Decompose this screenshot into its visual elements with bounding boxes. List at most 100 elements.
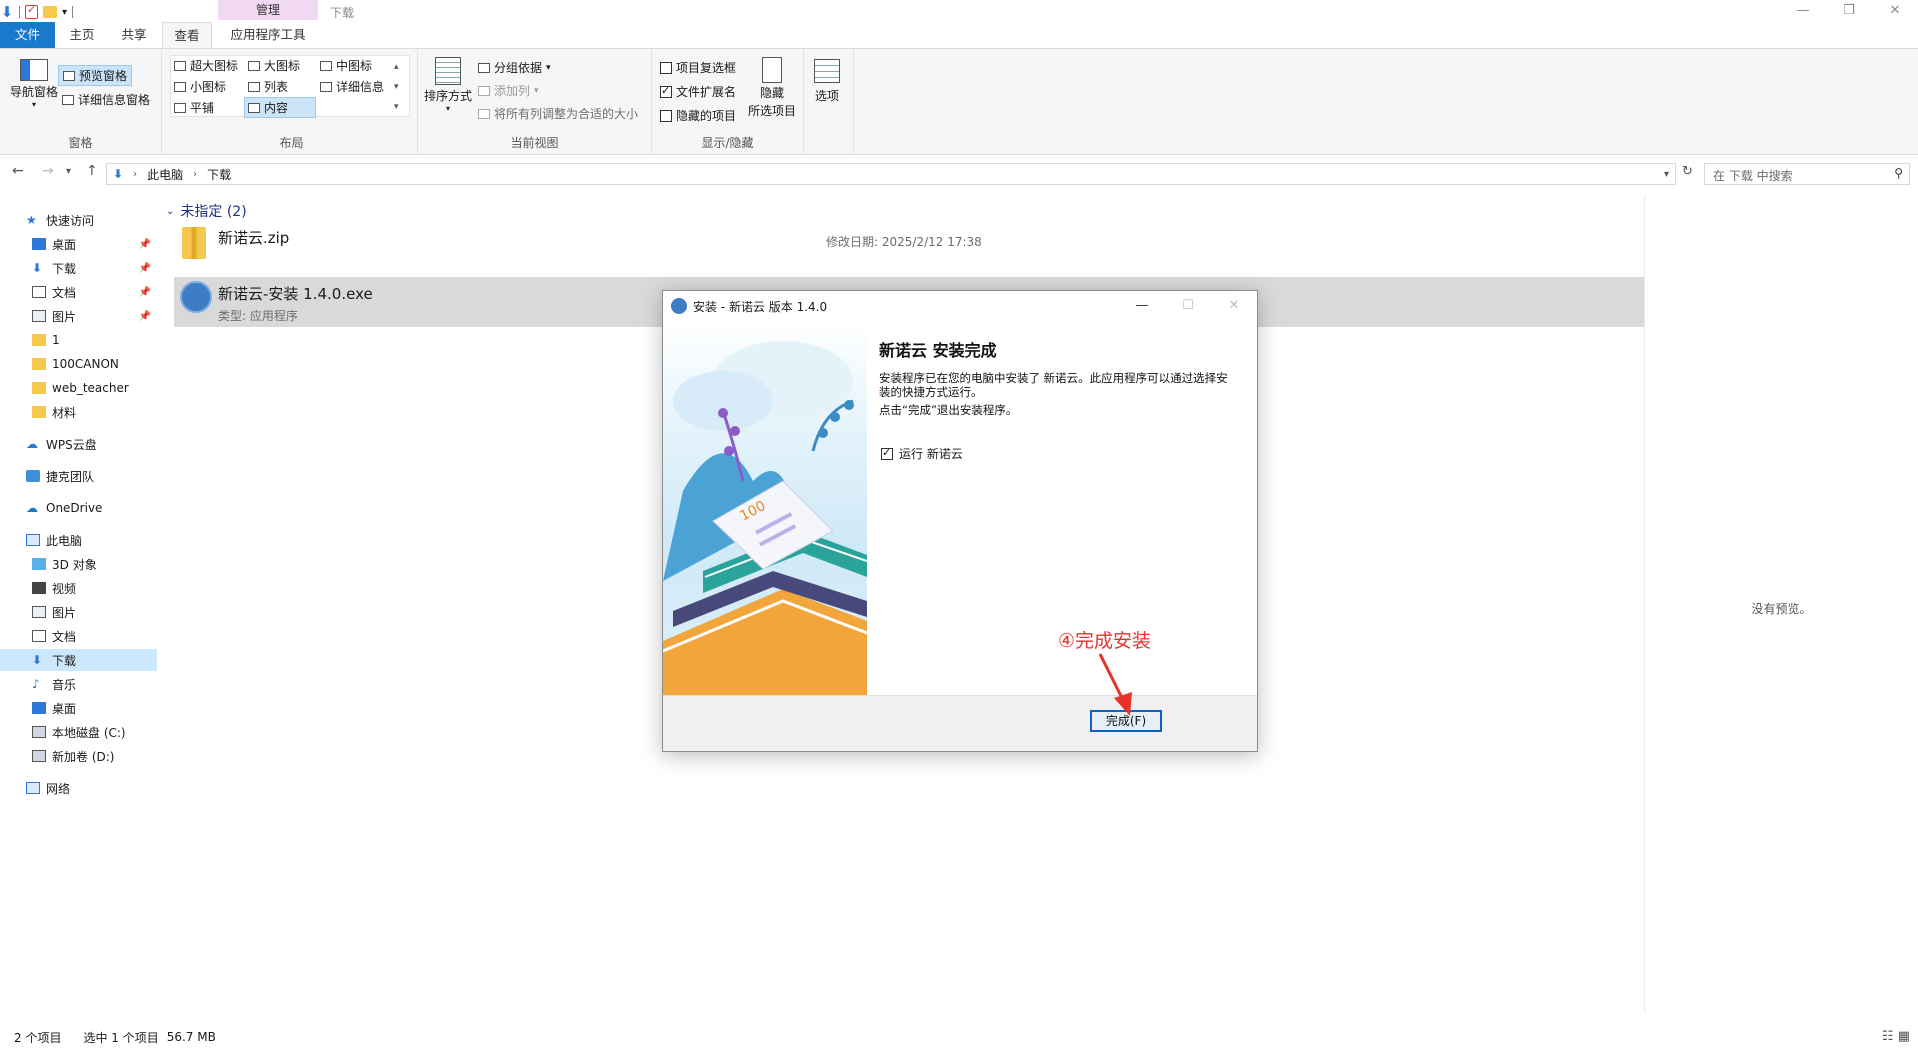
show-hide-group: 项目复选框 文件扩展名 隐藏的项目 隐藏 所选项目 显示/隐藏 [652, 49, 804, 154]
layout-small-icons[interactable]: 小图标 [174, 78, 226, 95]
new-folder-icon[interactable] [43, 6, 57, 18]
list-item[interactable]: 新诺云.zip 修改日期: 2025/2/12 17:38 [174, 221, 1644, 271]
sidebar-item-music[interactable]: ♪ 音乐 [0, 673, 157, 695]
sidebar-item-web-teacher[interactable]: web_teacher [0, 377, 157, 399]
details-pane-button[interactable]: 详细信息窗格 [62, 91, 150, 108]
breadcrumb-this-pc[interactable]: 此电脑 [147, 166, 183, 183]
search-input[interactable]: 在 下载 中搜索 ⚲ [1704, 163, 1910, 185]
tab-app-tools[interactable]: 应用程序工具 [218, 22, 318, 48]
forward-icon[interactable]: → [42, 163, 54, 179]
sidebar-item-pictures-pc[interactable]: 图片 [0, 601, 157, 623]
sidebar-item-documents[interactable]: 文档 📌 [0, 281, 157, 303]
file-type: 类型: 应用程序 [218, 307, 298, 324]
group-by-button[interactable]: 分组依据 ▾ [478, 59, 551, 76]
sidebar-item-desktop[interactable]: 桌面 📌 [0, 233, 157, 255]
sidebar-item-onedrive[interactable]: ☁ OneDrive [0, 497, 157, 519]
address-dropdown-icon[interactable]: ▾ [1664, 169, 1669, 180]
address-bar[interactable]: ⬇ › 此电脑 › 下载 ▾ [106, 163, 1676, 185]
sidebar-item-team[interactable]: 捷克团队 [0, 465, 157, 487]
layout-tiles[interactable]: 平铺 [174, 99, 214, 116]
properties-icon[interactable] [25, 3, 38, 19]
dialog-close-button[interactable]: ✕ [1211, 291, 1257, 321]
tab-view[interactable]: 查看 [162, 22, 212, 48]
fit-columns-icon [478, 108, 490, 119]
close-button[interactable]: ✕ [1872, 0, 1918, 22]
chevron-right-icon[interactable]: › [193, 169, 197, 180]
sidebar-item-downloads-pc[interactable]: ⬇ 下载 [0, 649, 157, 671]
sort-by-button[interactable]: 排序方式 ▾ [424, 57, 472, 113]
group-by-icon [478, 62, 490, 73]
large-icons-view-icon[interactable]: ▦ [1898, 1029, 1910, 1044]
sidebar-item-videos[interactable]: 视频 [0, 577, 157, 599]
details-view-icon[interactable]: ☷ [1882, 1029, 1894, 1044]
large-icons-icon [248, 60, 260, 71]
dialog-maximize-button[interactable]: ☐ [1165, 291, 1211, 321]
sidebar-item-materials[interactable]: 材料 [0, 401, 157, 423]
up-icon[interactable]: ↑ [86, 163, 98, 179]
sidebar-item-wps-cloud[interactable]: ☁ WPS云盘 [0, 433, 157, 455]
layout-details[interactable]: 详细信息 [320, 78, 384, 95]
sidebar-label: 下载 [52, 261, 77, 276]
sidebar-item-desktop-pc[interactable]: 桌面 [0, 697, 157, 719]
item-checkboxes-toggle[interactable]: 项目复选框 [660, 59, 736, 76]
chevron-right-icon[interactable]: › [133, 169, 137, 180]
options-icon [814, 59, 840, 83]
file-extensions-toggle[interactable]: 文件扩展名 [660, 83, 736, 100]
tab-share[interactable]: 共享 [110, 22, 158, 48]
chevron-down-icon[interactable]: ⌄ [166, 206, 174, 217]
sidebar-item-folder-1[interactable]: 1 [0, 329, 157, 351]
hide-selected-button[interactable]: 隐藏 所选项目 [748, 57, 796, 119]
recent-locations-icon[interactable]: ▾ [66, 166, 71, 177]
pin-icon: 📌 [138, 262, 151, 274]
tab-file[interactable]: 文件 [0, 22, 55, 48]
nav-pane-button[interactable]: 导航窗格 ▾ [10, 59, 58, 109]
sidebar-item-drive-c[interactable]: 本地磁盘 (C:) [0, 721, 157, 743]
dialog-minimize-button[interactable]: — [1119, 291, 1165, 321]
refresh-icon[interactable]: ↻ [1682, 164, 1693, 179]
layout-list[interactable]: 列表 [248, 78, 288, 95]
layout-extra-large-icons[interactable]: 超大图标 [174, 57, 238, 74]
manage-context-tab[interactable]: 管理 [218, 0, 318, 20]
sidebar-item-drive-d[interactable]: 新加卷 (D:) [0, 745, 157, 767]
download-icon[interactable]: ⬇ [0, 4, 14, 20]
layout-label: 超大图标 [190, 59, 239, 73]
layout-large-icons[interactable]: 大图标 [248, 57, 300, 74]
file-extensions-checkbox[interactable] [660, 84, 672, 98]
sidebar-item-pictures[interactable]: 图片 📌 [0, 305, 157, 327]
customize-toolbar-icon[interactable]: ▾ [62, 7, 67, 18]
sidebar-label: WPS云盘 [46, 437, 97, 452]
sidebar-item-downloads[interactable]: ⬇ 下载 📌 [0, 257, 157, 279]
run-app-checkbox[interactable] [881, 446, 893, 460]
layout-medium-icons[interactable]: 中图标 [320, 57, 372, 74]
sidebar-item-100canon[interactable]: 100CANON [0, 353, 157, 375]
options-button[interactable]: 选项 [814, 59, 840, 104]
sidebar-item-documents-pc[interactable]: 文档 [0, 625, 157, 647]
add-columns-button[interactable]: 添加列 ▾ [478, 82, 539, 99]
sidebar-item-3d-objects[interactable]: 3D 对象 [0, 553, 157, 575]
tab-home[interactable]: 主页 [60, 22, 104, 48]
sidebar-item-quick-access[interactable]: ★ 快速访问 [0, 209, 157, 231]
layout-content[interactable]: 内容 [244, 97, 316, 118]
item-checkboxes-checkbox[interactable] [660, 61, 672, 74]
fit-columns-button[interactable]: 将所有列调整为合适的大小 [478, 105, 638, 122]
folder-icon [32, 334, 46, 346]
run-app-option[interactable]: 运行 新诺云 [881, 445, 963, 462]
restore-button[interactable]: ❐ [1826, 0, 1872, 22]
sidebar-item-network[interactable]: 网络 [0, 777, 157, 799]
gallery-scroll[interactable]: ▴ ▾ ▾ [394, 57, 399, 117]
back-icon[interactable]: ← [12, 163, 24, 179]
preview-pane-button[interactable]: 预览窗格 [58, 65, 133, 86]
hidden-items-toggle[interactable]: 隐藏的项目 [660, 107, 736, 124]
sort-icon [435, 57, 461, 85]
minimize-button[interactable]: — [1780, 0, 1826, 22]
hidden-items-checkbox[interactable] [660, 109, 672, 122]
hide-selected-label-2: 所选项目 [748, 104, 797, 118]
search-icon[interactable]: ⚲ [1894, 166, 1903, 180]
run-app-label: 运行 新诺云 [899, 447, 963, 461]
layout-label: 列表 [264, 80, 289, 94]
group-header[interactable]: ⌄ 未指定 (2) [166, 201, 247, 221]
sidebar-item-this-pc[interactable]: 此电脑 [0, 529, 157, 551]
breadcrumb-downloads[interactable]: 下载 [207, 166, 231, 183]
address-row: ← → ▾ ↑ ⬇ › 此电脑 › 下载 ▾ ↻ 在 下载 中搜索 ⚲ [0, 158, 1918, 188]
sidebar-label: 文档 [52, 629, 77, 644]
